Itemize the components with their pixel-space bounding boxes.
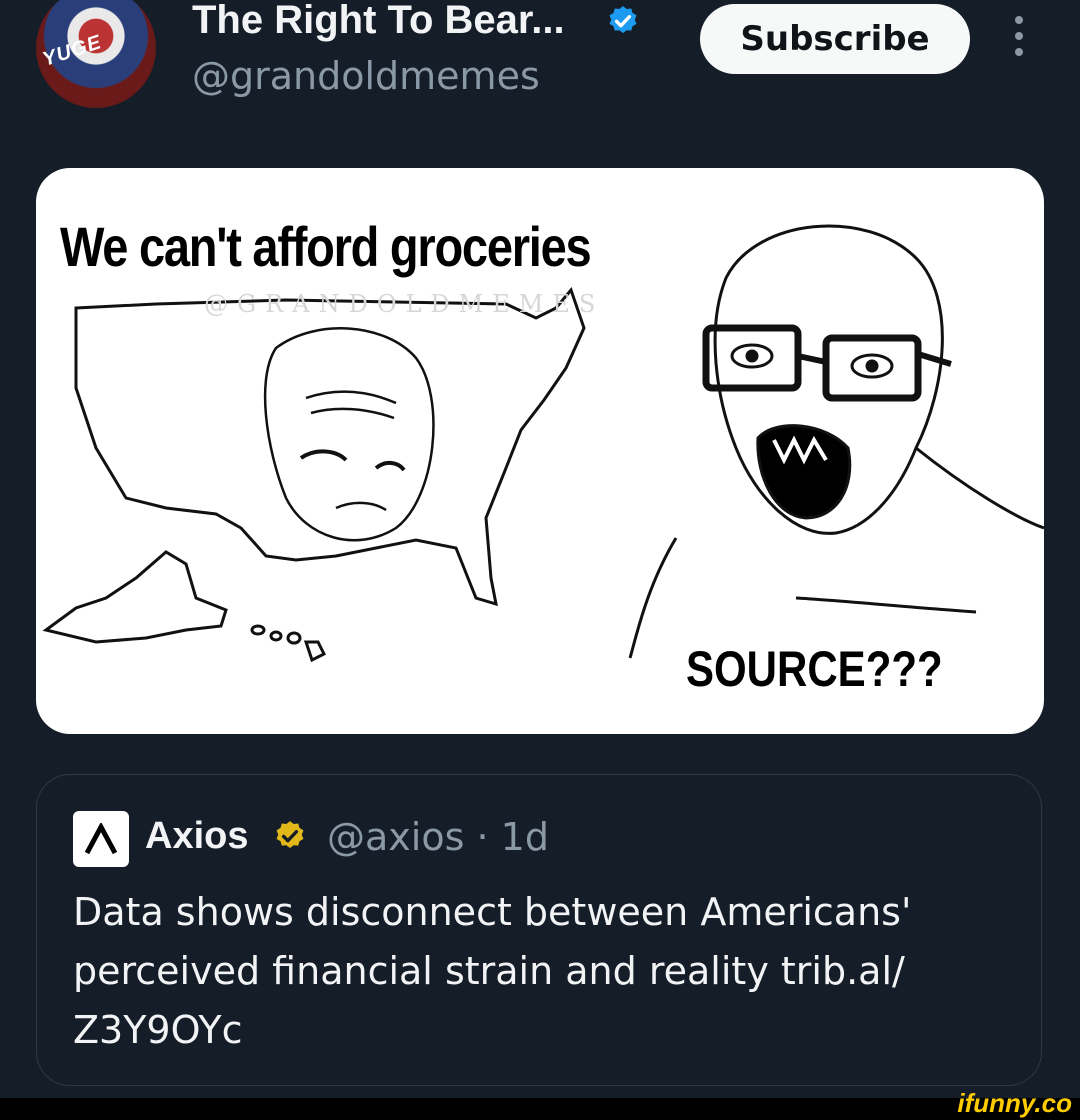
author-handle[interactable]: @grandoldmemes <box>192 54 540 98</box>
meme-bottom-text: SOURCE??? <box>686 641 943 697</box>
quoted-author-handle[interactable]: @axios <box>327 815 464 859</box>
us-map-outline <box>74 286 586 607</box>
meme-image[interactable]: @GRANDOLDMEMES We can't afford groceries… <box>36 168 1044 734</box>
more-options-icon[interactable] <box>1008 16 1030 64</box>
quoted-tweet[interactable]: Axios @axios · 1d Data shows disconnect … <box>36 774 1042 1086</box>
verified-gold-badge-icon <box>276 821 304 849</box>
meme-top-text: We can't afford groceries <box>60 215 592 278</box>
author-name[interactable]: The Right To Bear... <box>192 0 565 43</box>
footer-bar: ifunny.co <box>0 1088 1080 1120</box>
quoted-tweet-time: · 1d <box>476 815 549 859</box>
sad-face <box>263 327 435 542</box>
quoted-handle-time: @axios · 1d <box>327 815 549 859</box>
alaska-outline <box>42 550 228 644</box>
quoted-tweet-text: Data shows disconnect between Americans'… <box>73 890 912 1052</box>
verified-badge-icon <box>609 6 637 34</box>
hawaii-islands <box>250 624 327 663</box>
avatar-text: YUGE <box>39 31 105 71</box>
ifunny-watermark: ifunny.co <box>957 1088 1072 1118</box>
meme-watermark: @GRANDOLDMEMES <box>204 290 605 318</box>
soyjak-character <box>628 224 1044 659</box>
tweet-header: YUGE The Right To Bear... @grandoldmemes… <box>0 0 1080 140</box>
author-avatar[interactable]: YUGE <box>36 0 156 108</box>
axios-logo-icon <box>73 811 129 867</box>
quoted-author-name[interactable]: Axios <box>145 815 248 858</box>
subscribe-button[interactable]: Subscribe <box>700 4 970 74</box>
